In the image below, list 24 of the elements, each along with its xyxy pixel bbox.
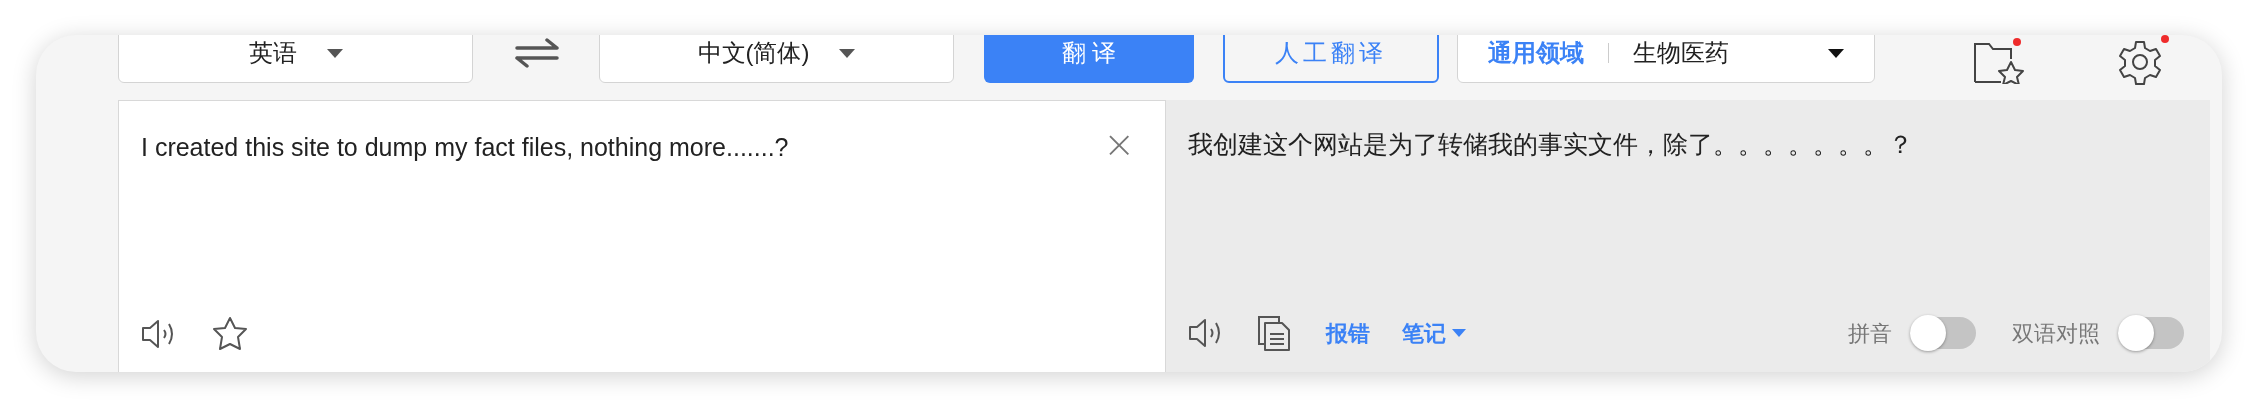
link[interactable]: 报错 [1326, 316, 1370, 350]
toggle-switch[interactable] [2118, 317, 2184, 349]
translate-button[interactable]: 翻 译 [984, 35, 1194, 83]
caret-icon [326, 48, 343, 58]
settings-icon[interactable] [2117, 39, 2163, 85]
domain-value: 生物医药 [1633, 38, 1729, 68]
star-icon[interactable] [211, 316, 249, 352]
source-text-input[interactable]: I created this site to dump my fact files, nothing more.......? [141, 129, 1104, 167]
swap-icon[interactable] [515, 38, 559, 68]
caret-icon [839, 48, 856, 58]
copy-icon[interactable] [1256, 314, 1292, 352]
target-language-select[interactable]: 中文(简体) [599, 35, 954, 83]
toggle-label: 双语对照 [2012, 319, 2100, 348]
domain-select[interactable]: 通用领域 生物医药 [1457, 35, 1875, 83]
human-translate-button[interactable]: 人工翻译 [1223, 35, 1439, 83]
domain-label: 通用领域 [1488, 38, 1584, 68]
favorites-folder-icon[interactable] [1973, 40, 2025, 84]
toggle-switch[interactable] [1910, 317, 1976, 349]
translation-text: 我创建这个网站是为了转储我的事实文件，除了。。。。。。。？ [1188, 129, 1914, 160]
toggle-label: 拼音 [1848, 319, 1892, 348]
source-language-select[interactable]: 英语 [118, 35, 473, 83]
link[interactable]: 笔记 [1402, 316, 1466, 350]
clear-button[interactable]: × [1103, 129, 1135, 159]
caret-icon [1828, 48, 1844, 58]
